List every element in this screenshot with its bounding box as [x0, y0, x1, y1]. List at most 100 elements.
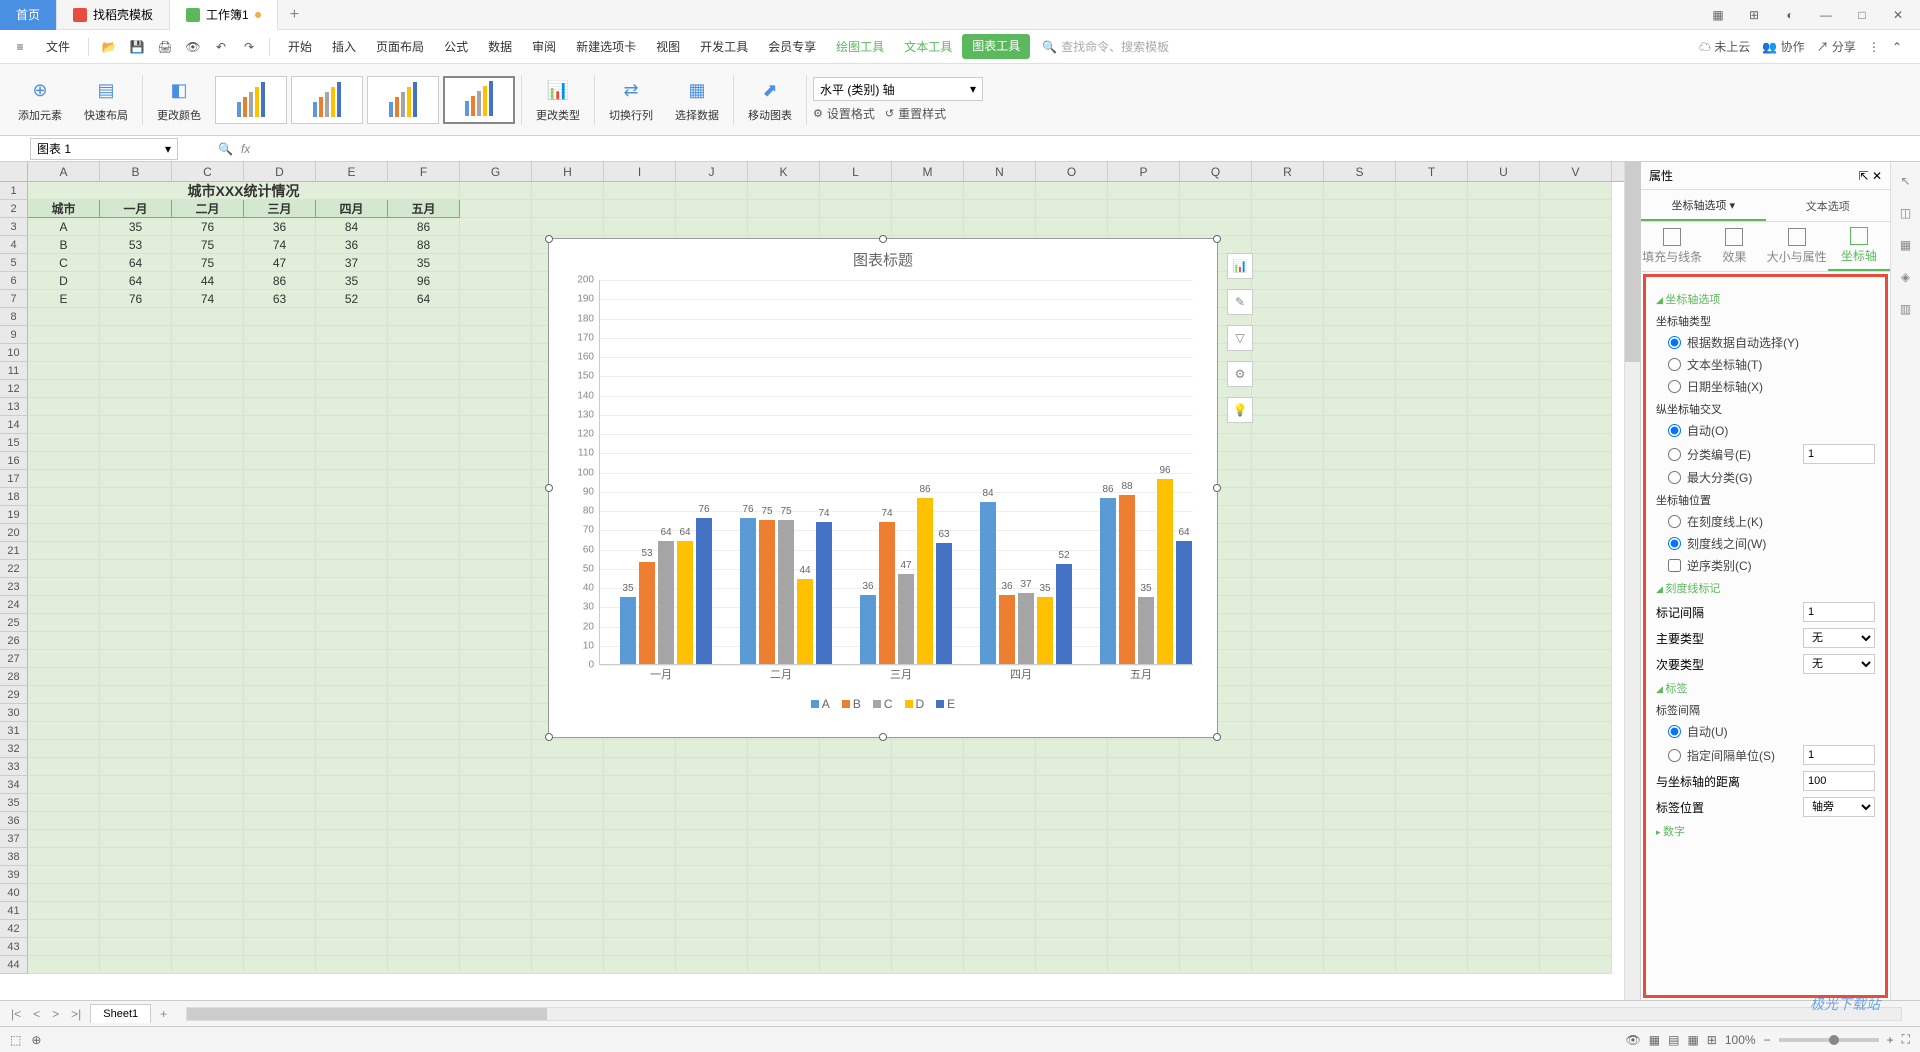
cell[interactable]	[1540, 866, 1612, 884]
cell[interactable]	[244, 434, 316, 452]
cell[interactable]	[1252, 722, 1324, 740]
cell[interactable]	[1540, 506, 1612, 524]
cell[interactable]	[1324, 308, 1396, 326]
cell[interactable]	[100, 416, 172, 434]
cell[interactable]	[316, 956, 388, 974]
cell[interactable]	[460, 902, 532, 920]
cell[interactable]	[1324, 344, 1396, 362]
cell[interactable]	[172, 794, 244, 812]
cell[interactable]	[244, 758, 316, 776]
cell[interactable]	[172, 740, 244, 758]
cell[interactable]	[1036, 884, 1108, 902]
cell[interactable]: 74	[244, 236, 316, 254]
cell[interactable]: 52	[316, 290, 388, 308]
cell[interactable]	[964, 884, 1036, 902]
cell[interactable]	[460, 182, 532, 200]
cell[interactable]	[1396, 866, 1468, 884]
cell[interactable]	[1180, 182, 1252, 200]
menu-开始[interactable]: 开始	[278, 34, 322, 59]
cell[interactable]	[1396, 794, 1468, 812]
cell[interactable]	[1036, 182, 1108, 200]
cell[interactable]	[316, 560, 388, 578]
cell[interactable]: C	[28, 254, 100, 272]
cell[interactable]	[1252, 308, 1324, 326]
cell[interactable]	[1324, 290, 1396, 308]
cell[interactable]	[1540, 290, 1612, 308]
cell[interactable]	[28, 506, 100, 524]
cell[interactable]	[388, 920, 460, 938]
cell[interactable]	[28, 956, 100, 974]
cell[interactable]	[460, 452, 532, 470]
cell[interactable]	[676, 866, 748, 884]
row-header-13[interactable]: 13	[0, 398, 28, 416]
coop-button[interactable]: 👥 协作	[1762, 38, 1804, 55]
cell[interactable]: 76	[100, 290, 172, 308]
close-button[interactable]: ✕	[1884, 1, 1912, 29]
cell[interactable]	[1540, 956, 1612, 974]
cell[interactable]	[892, 740, 964, 758]
cell[interactable]	[532, 182, 604, 200]
cell[interactable]	[172, 668, 244, 686]
cell[interactable]	[1324, 704, 1396, 722]
cell[interactable]	[388, 650, 460, 668]
cell[interactable]	[172, 524, 244, 542]
cell[interactable]	[1252, 866, 1324, 884]
cell[interactable]	[1108, 938, 1180, 956]
cell[interactable]	[28, 398, 100, 416]
cell[interactable]	[1252, 956, 1324, 974]
maximize-button[interactable]: □	[1848, 1, 1876, 29]
change-type-button[interactable]: 📊更改类型	[528, 77, 588, 123]
cell[interactable]	[820, 830, 892, 848]
cell[interactable]	[1468, 884, 1540, 902]
cell[interactable]	[460, 938, 532, 956]
tab-templates[interactable]: 找稻壳模板	[57, 0, 170, 30]
cell[interactable]	[1540, 614, 1612, 632]
menu-会员专享[interactable]: 会员专享	[758, 34, 826, 59]
cell[interactable]	[1180, 848, 1252, 866]
cell[interactable]	[1036, 776, 1108, 794]
section-axis-options[interactable]: 坐标轴选项	[1656, 291, 1875, 307]
cell[interactable]	[172, 884, 244, 902]
cell[interactable]	[892, 758, 964, 776]
cell[interactable]	[1540, 938, 1612, 956]
cell[interactable]: 36	[316, 236, 388, 254]
cell[interactable]	[1468, 362, 1540, 380]
cell[interactable]	[28, 776, 100, 794]
col-header-R[interactable]: R	[1252, 162, 1324, 181]
col-header-A[interactable]: A	[28, 162, 100, 181]
cell[interactable]	[460, 398, 532, 416]
cell[interactable]	[172, 776, 244, 794]
cell[interactable]	[1540, 722, 1612, 740]
cell[interactable]	[964, 218, 1036, 236]
cell[interactable]	[1396, 416, 1468, 434]
row-header-36[interactable]: 36	[0, 812, 28, 830]
cell[interactable]	[1468, 956, 1540, 974]
sheet-first[interactable]: |<	[8, 1007, 24, 1021]
cell[interactable]	[1324, 596, 1396, 614]
col-header-L[interactable]: L	[820, 162, 892, 181]
cell[interactable]	[1468, 308, 1540, 326]
cell[interactable]	[892, 848, 964, 866]
cell[interactable]	[1252, 794, 1324, 812]
cell[interactable]	[316, 938, 388, 956]
cell[interactable]: 53	[100, 236, 172, 254]
cell[interactable]	[388, 812, 460, 830]
resize-handle[interactable]	[1213, 235, 1221, 243]
cell[interactable]	[460, 632, 532, 650]
cell[interactable]	[892, 956, 964, 974]
cell[interactable]	[892, 884, 964, 902]
cell[interactable]	[100, 470, 172, 488]
cell[interactable]	[100, 956, 172, 974]
cell[interactable]: A	[28, 218, 100, 236]
cell[interactable]	[892, 200, 964, 218]
cell[interactable]	[1468, 488, 1540, 506]
cell[interactable]	[1396, 182, 1468, 200]
cell[interactable]	[964, 956, 1036, 974]
cell[interactable]	[1468, 524, 1540, 542]
cell[interactable]	[1540, 776, 1612, 794]
cell[interactable]	[1252, 758, 1324, 776]
cell[interactable]	[244, 686, 316, 704]
cell[interactable]	[604, 938, 676, 956]
cell[interactable]	[1468, 326, 1540, 344]
row-header-7[interactable]: 7	[0, 290, 28, 308]
